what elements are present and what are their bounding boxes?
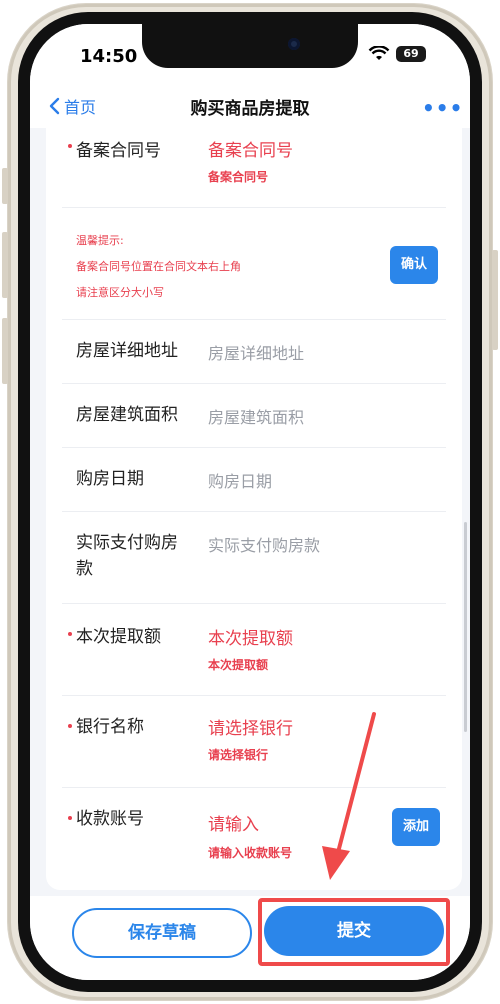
notch	[142, 24, 358, 68]
paid-label-line2: 款	[76, 559, 93, 579]
form-row-area[interactable]: 房屋建筑面积 房屋建筑面积	[62, 384, 446, 448]
form-card: 备案合同号 备案合同号 备案合同号 温馨提示: 备案合同号位置在合同文本右上角 …	[46, 128, 462, 890]
date-input[interactable]: 购房日期	[208, 468, 272, 492]
status-time: 14:50	[80, 46, 138, 67]
bank-label: 银行名称	[76, 717, 144, 737]
required-mark	[68, 816, 72, 820]
area-label: 房屋建筑面积	[76, 405, 178, 425]
form-row-date[interactable]: 购房日期 购房日期	[62, 448, 446, 512]
date-label: 购房日期	[76, 469, 144, 489]
battery-indicator: 69	[396, 46, 426, 62]
paid-label: 实际支付购房 款	[76, 530, 206, 582]
tips-line-1: 备案合同号位置在合同文本右上角	[76, 260, 241, 273]
scrollbar[interactable]	[464, 522, 467, 732]
paid-label-line1: 实际支付购房	[76, 533, 178, 553]
bank-error: 请选择银行	[208, 748, 269, 762]
contract-label: 备案合同号	[76, 141, 161, 161]
paid-input[interactable]: 实际支付购房款	[208, 532, 320, 556]
address-input[interactable]: 房屋详细地址	[208, 340, 304, 364]
volume-down-button	[2, 318, 8, 384]
contract-input[interactable]: 备案合同号	[208, 136, 293, 161]
wifi-icon	[368, 46, 390, 60]
power-button	[492, 250, 498, 350]
volume-up-button	[2, 232, 8, 298]
form-row-bank[interactable]: 银行名称 请选择银行 请选择银行	[62, 696, 446, 788]
account-input[interactable]: 请输入	[208, 810, 259, 835]
tips-title: 温馨提示:	[76, 234, 124, 247]
required-mark	[68, 724, 72, 728]
account-error: 请输入收款账号	[208, 846, 293, 860]
nav-bar: 首页 购买商品房提取 •••	[30, 84, 470, 128]
camera-icon	[288, 38, 300, 50]
area-input[interactable]: 房屋建筑面积	[208, 404, 304, 428]
form-row-account[interactable]: 收款账号 请输入 请输入收款账号 添加	[62, 788, 446, 890]
amount-input[interactable]: 本次提取额	[208, 624, 293, 649]
account-label: 收款账号	[76, 809, 144, 829]
amount-label: 本次提取额	[76, 627, 161, 647]
submit-button[interactable]: 提交	[264, 906, 444, 956]
save-draft-button[interactable]: 保存草稿	[72, 908, 252, 958]
add-account-button[interactable]: 添加	[392, 808, 440, 846]
form-row-amount[interactable]: 本次提取额 本次提取额 本次提取额	[62, 604, 446, 696]
confirm-button[interactable]: 确认	[390, 246, 438, 284]
form-row-paid[interactable]: 实际支付购房 款 实际支付购房款	[62, 512, 446, 604]
bottom-action-bar: 保存草稿 提交	[30, 896, 470, 980]
address-label: 房屋详细地址	[76, 341, 178, 361]
side-button	[2, 168, 8, 204]
contract-error: 备案合同号	[208, 170, 269, 184]
form-row-tips: 温馨提示: 备案合同号位置在合同文本右上角 请注意区分大小写 确认	[62, 208, 446, 320]
form-row-address[interactable]: 房屋详细地址 房屋详细地址	[62, 320, 446, 384]
bank-select[interactable]: 请选择银行	[208, 714, 293, 739]
tips-line-2: 请注意区分大小写	[76, 286, 164, 299]
required-mark	[68, 144, 72, 148]
screen: 14:50 69 首页 购买商品房提取 ••• 备案合同号 备案合同号 备案合同…	[30, 24, 470, 980]
amount-error: 本次提取额	[208, 658, 269, 672]
page-title: 购买商品房提取	[190, 99, 310, 119]
more-dots-icon[interactable]: •••	[422, 96, 463, 120]
form-row-contract[interactable]: 备案合同号 备案合同号 备案合同号	[62, 128, 446, 208]
required-mark	[68, 632, 72, 636]
